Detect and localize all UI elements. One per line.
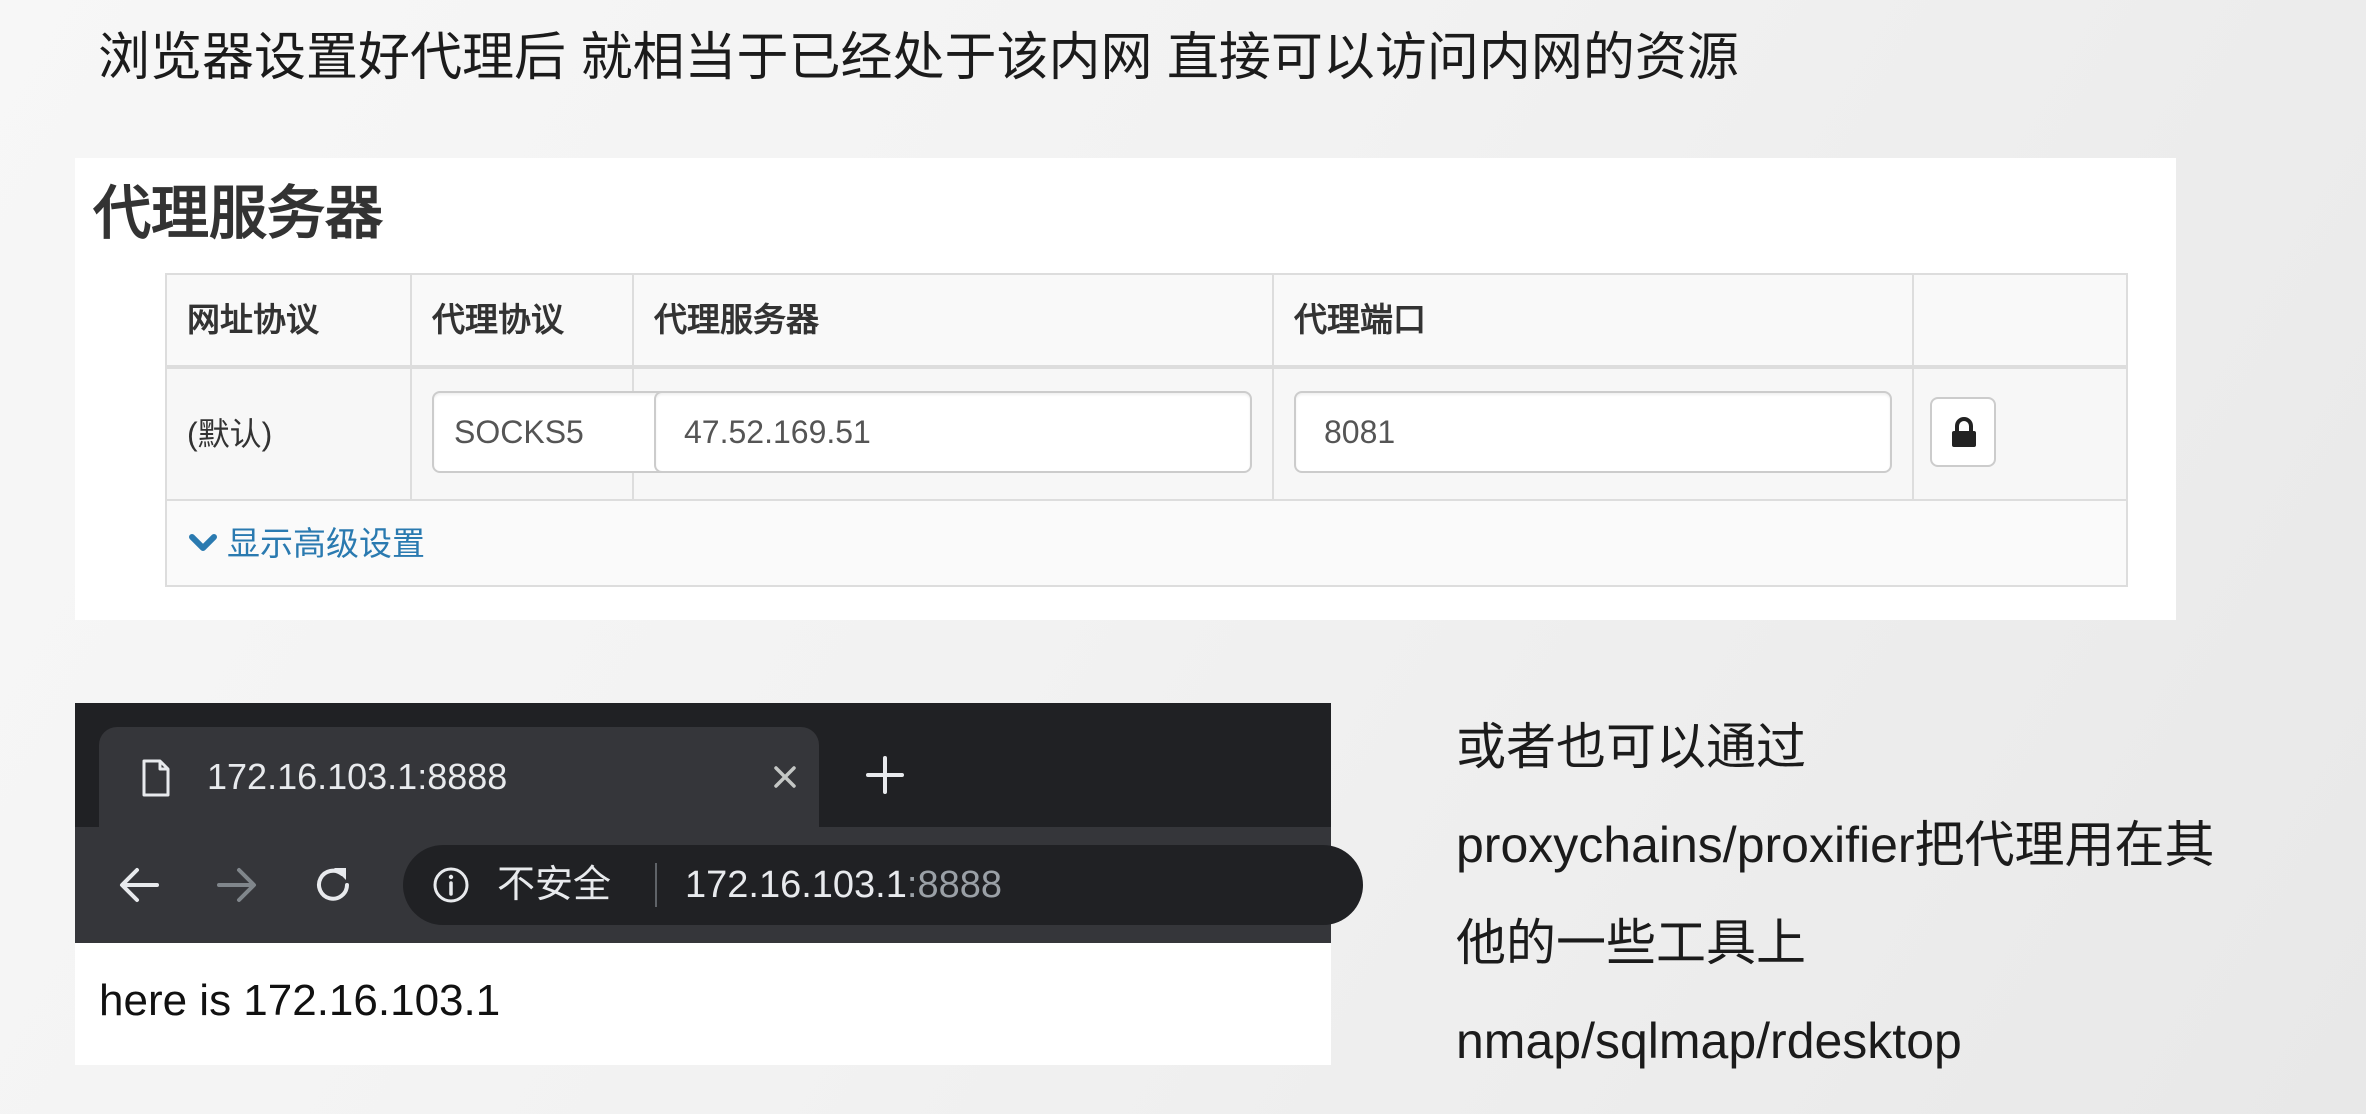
- note-line: 他的一些工具上: [1456, 915, 1806, 971]
- browser-toolbar: 不安全 172.16.103.1:8888: [75, 827, 1363, 943]
- lock-button[interactable]: [1930, 397, 1996, 467]
- url-text[interactable]: 172.16.103.1:8888: [685, 845, 1002, 925]
- proxy-port-value: 8081: [1324, 414, 1396, 450]
- url-protocol-cell: (默认): [167, 369, 412, 499]
- note-line: proxychains/proxifier把代理用在其: [1456, 817, 2215, 873]
- browser-tab[interactable]: 172.16.103.1:8888: [99, 727, 819, 827]
- close-icon[interactable]: [769, 761, 801, 793]
- url-port: :8888: [906, 864, 1002, 906]
- proxy-port-input[interactable]: 8081: [1294, 391, 1892, 473]
- chevron-down-icon: [189, 534, 217, 552]
- page-icon: [142, 759, 170, 797]
- back-arrow-icon[interactable]: [117, 863, 161, 907]
- proxy-table: 网址协议 代理协议 代理服务器 代理端口 (默认) SOCKS5 47.52.1…: [165, 273, 2128, 587]
- proxy-protocol-selected: SOCKS5: [454, 414, 584, 450]
- show-advanced-settings-link[interactable]: 显示高级设置: [189, 519, 425, 569]
- not-secure-label[interactable]: 不安全: [497, 845, 611, 925]
- page-content-text: here is 172.16.103.1: [99, 976, 501, 1025]
- column-header-proxy-port: 代理端口: [1274, 275, 1914, 365]
- proxy-port-cell: 8081: [1274, 369, 1914, 499]
- tab-strip: 172.16.103.1:8888: [75, 703, 1331, 827]
- proxy-protocol-cell: SOCKS5: [412, 369, 722, 499]
- reload-icon[interactable]: [311, 863, 355, 907]
- note-line: 或者也可以通过: [1456, 719, 1806, 775]
- plus-icon[interactable]: [865, 755, 905, 795]
- column-header-proxy-protocol: 代理协议: [412, 275, 634, 365]
- table-row: (默认) SOCKS5 47.52.169.51 8081: [167, 369, 2126, 501]
- proxy-server-value: 47.52.169.51: [684, 414, 871, 450]
- column-header-url-protocol: 网址协议: [167, 275, 412, 365]
- omnibox-divider: [655, 863, 657, 907]
- tab-title: 172.16.103.1:8888: [207, 756, 508, 797]
- side-note: 或者也可以通过 proxychains/proxifier把代理用在其 他的一些…: [1456, 698, 2326, 1090]
- table-header: 网址协议 代理协议 代理服务器 代理端口: [167, 275, 2126, 369]
- lock-icon: [1952, 417, 1976, 447]
- info-icon[interactable]: [431, 865, 471, 905]
- lock-cell: [1914, 369, 2126, 499]
- note-line: nmap/sqlmap/rdesktop: [1456, 1013, 1962, 1069]
- slide-headline: 浏览器设置好代理后 就相当于已经处于该内网 直接可以访问内网的资源: [98, 29, 1739, 87]
- url-host: 172.16.103.1: [685, 864, 907, 906]
- address-bar[interactable]: 不安全 172.16.103.1:8888: [403, 845, 1363, 925]
- column-header-proxy-server: 代理服务器: [634, 275, 1274, 365]
- proxy-server-input[interactable]: 47.52.169.51: [654, 391, 1252, 473]
- show-advanced-settings-label: 显示高级设置: [227, 525, 425, 562]
- proxy-settings-panel: 代理服务器 网址协议 代理协议 代理服务器 代理端口 (默认) SOCKS5 4…: [75, 158, 2176, 620]
- browser-window: 172.16.103.1:8888 不安全 172.16.103.1:8888 …: [75, 703, 1363, 1065]
- panel-title: 代理服务器: [93, 181, 384, 246]
- url-protocol-value: (默认): [187, 416, 273, 452]
- proxy-server-cell: 47.52.169.51: [634, 369, 1274, 499]
- forward-arrow-icon[interactable]: [215, 863, 259, 907]
